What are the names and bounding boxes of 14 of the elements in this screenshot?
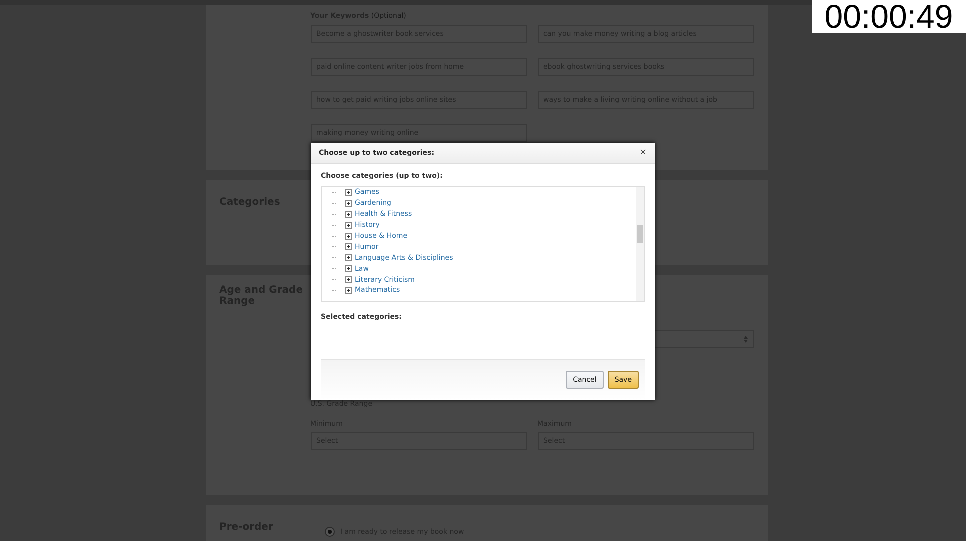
expand-icon[interactable] [345,286,352,294]
expand-icon[interactable] [345,210,352,218]
expand-icon[interactable] [345,243,352,250]
timer-display: 00:00:49 [812,0,966,33]
expand-icon[interactable] [345,232,352,240]
expand-icon[interactable] [345,265,352,272]
expand-icon[interactable] [345,222,352,229]
scrollbar[interactable] [636,187,644,301]
expand-icon[interactable] [345,276,352,284]
expand-icon[interactable] [345,200,352,207]
close-button[interactable]: × [639,148,647,158]
expand-icon[interactable] [345,254,352,262]
expand-icon[interactable] [345,188,352,196]
radio-button[interactable] [324,527,334,537]
